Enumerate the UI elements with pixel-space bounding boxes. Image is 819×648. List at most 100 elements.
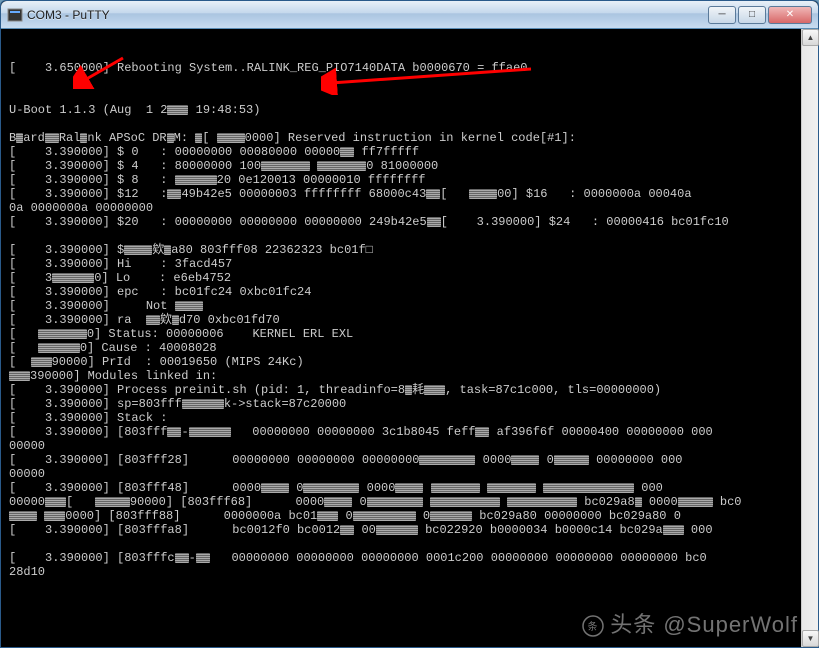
- vertical-scrollbar[interactable]: ▲ ▼: [801, 29, 818, 647]
- smudge: [31, 357, 52, 367]
- terminal-line: 00000: [9, 439, 810, 453]
- terminal-line: [ 0] Status: 00000006 KERNEL ERL EXL: [9, 327, 810, 341]
- smudge: [80, 133, 87, 143]
- smudge: [419, 455, 475, 465]
- smudge: [261, 161, 310, 171]
- terminal-line: 00000: [9, 467, 810, 481]
- smudge: [167, 427, 181, 437]
- smudge: [45, 497, 66, 507]
- terminal-line: 0a 0000000a 00000000: [9, 201, 810, 215]
- terminal-line: [ 3.390000] ra 欸d70 0xbc01fd70: [9, 313, 810, 327]
- smudge: [395, 483, 423, 493]
- smudge: [340, 525, 354, 535]
- terminal-line: [ 90000] PrId : 00019650 (MIPS 24Kc): [9, 355, 810, 369]
- smudge: [427, 217, 441, 227]
- smudge: [167, 105, 188, 115]
- scroll-down-button[interactable]: ▼: [802, 630, 819, 647]
- smudge: [167, 189, 181, 199]
- smudge: [507, 497, 577, 507]
- terminal-line: [ 3.390000] Hi : 3facd457: [9, 257, 810, 271]
- smudge: [196, 553, 210, 563]
- smudge: [430, 511, 472, 521]
- terminal-line: [ 3.390000] $20 : 00000000 00000000 0000…: [9, 215, 810, 229]
- svg-text:条: 条: [588, 620, 599, 633]
- window-title: COM3 - PuTTY: [27, 8, 706, 22]
- smudge: [175, 301, 203, 311]
- terminal-line: [9, 89, 810, 103]
- smudge: [424, 385, 445, 395]
- terminal-line: [9, 537, 810, 551]
- terminal-line: 28d10: [9, 565, 810, 579]
- terminal-line: [ 3.390000] [803fff28] 00000000 00000000…: [9, 453, 810, 467]
- smudge: [9, 371, 30, 381]
- close-button[interactable]: ✕: [768, 6, 812, 24]
- watermark: 条 头条 @SuperWolf: [582, 607, 798, 639]
- terminal-line: [ 3.390000] [803fff48] 0000 0 0000 000: [9, 481, 810, 495]
- smudge: [44, 511, 65, 521]
- smudge: [52, 273, 94, 283]
- terminal-line: [ 3.390000] Process preinit.sh (pid: 1, …: [9, 383, 810, 397]
- smudge: [663, 525, 684, 535]
- smudge: [376, 525, 418, 535]
- smudge: [303, 483, 359, 493]
- smudge: [317, 511, 338, 521]
- smudge: [353, 511, 416, 521]
- smudge: [124, 245, 152, 255]
- smudge: [45, 133, 59, 143]
- smudge: [167, 133, 174, 143]
- terminal-line: [ 3.390000] $12 :49b42e5 00000003 ffffff…: [9, 187, 810, 201]
- terminal-line: [ 30] Lo : e6eb4752: [9, 271, 810, 285]
- terminal-line: [ 3.390000] $ 8 : 20 0e120013 00000010 f…: [9, 173, 810, 187]
- terminal-line: 390000] Modules linked in:: [9, 369, 810, 383]
- smudge: [9, 511, 37, 521]
- smudge: [678, 497, 713, 507]
- smudge: [511, 455, 539, 465]
- watermark-icon: 条: [582, 615, 604, 637]
- watermark-text: 头条 @SuperWolf: [610, 612, 798, 637]
- terminal-line: 00000[ 90000] [803fff68] 0000 0 bc029a8 …: [9, 495, 810, 509]
- smudge: [95, 497, 130, 507]
- smudge: [172, 315, 179, 325]
- smudge: [38, 329, 87, 339]
- smudge: [195, 133, 202, 143]
- smudge: [367, 497, 423, 507]
- terminal-line: [ 3.390000] Not: [9, 299, 810, 313]
- smudge: [16, 133, 23, 143]
- smudge: [317, 161, 366, 171]
- scroll-up-button[interactable]: ▲: [802, 29, 819, 46]
- minimize-button[interactable]: ─: [708, 6, 736, 24]
- smudge: [340, 147, 354, 157]
- smudge: [146, 315, 160, 325]
- terminal-line: [ 3.390000] [803fffa8] bc0012f0 bc0012 0…: [9, 523, 810, 537]
- smudge: [324, 497, 352, 507]
- terminal-line: [ 3.390000] [803fffc- 00000000 00000000 …: [9, 551, 810, 565]
- titlebar[interactable]: COM3 - PuTTY ─ □ ✕: [1, 1, 818, 29]
- terminal-line: [ 3.390000] [803fff- 00000000 00000000 3…: [9, 425, 810, 439]
- terminal-line: 0000] [803fff88] 0000000a bc01 0 0 bc029…: [9, 509, 810, 523]
- smudge: [554, 455, 589, 465]
- smudge: [405, 385, 412, 395]
- smudge: [217, 133, 245, 143]
- terminal-line: U-Boot 1.1.3 (Aug 1 2 19:48:53): [9, 103, 810, 117]
- terminal-line: [9, 117, 810, 131]
- terminal-line: [ 3.390000] Stack :: [9, 411, 810, 425]
- smudge: [261, 483, 289, 493]
- smudge: [431, 483, 480, 493]
- smudge: [469, 189, 497, 199]
- smudge: [430, 497, 500, 507]
- smudge: [38, 343, 80, 353]
- maximize-button[interactable]: □: [738, 6, 766, 24]
- smudge: [182, 399, 224, 409]
- terminal-line: [ 3.390000] $ 0 : 00000000 00080000 0000…: [9, 145, 810, 159]
- terminal-line: [ 3.650000] Rebooting System..RALINK_REG…: [9, 61, 810, 75]
- putty-window: COM3 - PuTTY ─ □ ✕ [ 3.650000] Rebooting…: [0, 0, 819, 648]
- terminal-line: [ 3.390000] sp=803fffk->stack=87c20000: [9, 397, 810, 411]
- terminal-output[interactable]: [ 3.650000] Rebooting System..RALINK_REG…: [1, 29, 818, 647]
- smudge: [543, 483, 634, 493]
- terminal-line: [9, 229, 810, 243]
- smudge: [175, 553, 189, 563]
- smudge: [635, 497, 642, 507]
- terminal-line: [ 3.390000] epc : bc01fc24 0xbc01fc24: [9, 285, 810, 299]
- smudge: [487, 483, 536, 493]
- terminal-line: [ 3.390000] $ 4 : 80000000 100 0 8100000…: [9, 159, 810, 173]
